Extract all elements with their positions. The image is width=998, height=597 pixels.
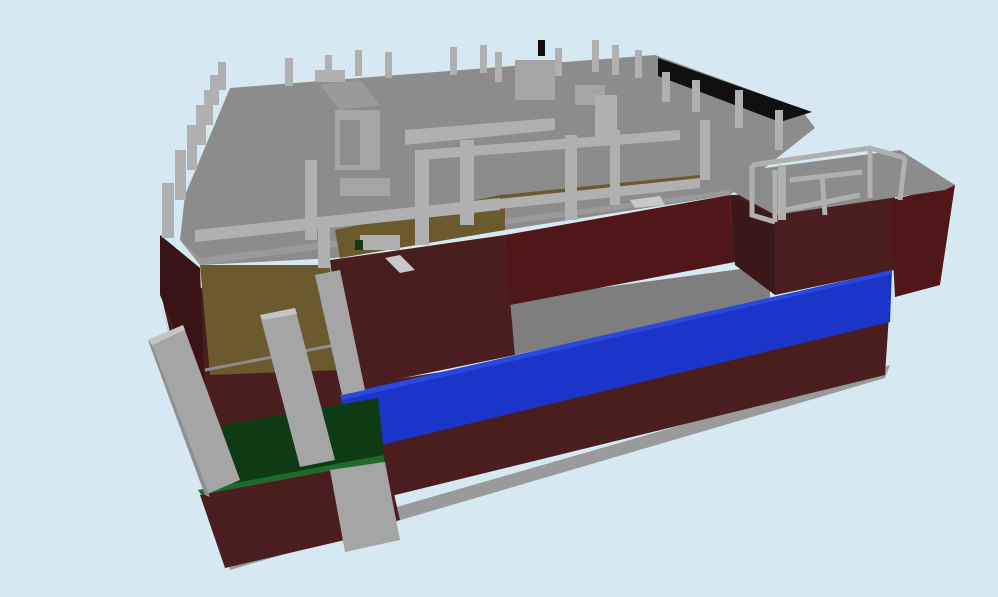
3d-viewport[interactable] — [0, 0, 998, 597]
column-right — [778, 165, 786, 220]
wall-far-right — [890, 185, 955, 297]
building-model — [148, 40, 955, 570]
column-dark — [538, 40, 545, 56]
